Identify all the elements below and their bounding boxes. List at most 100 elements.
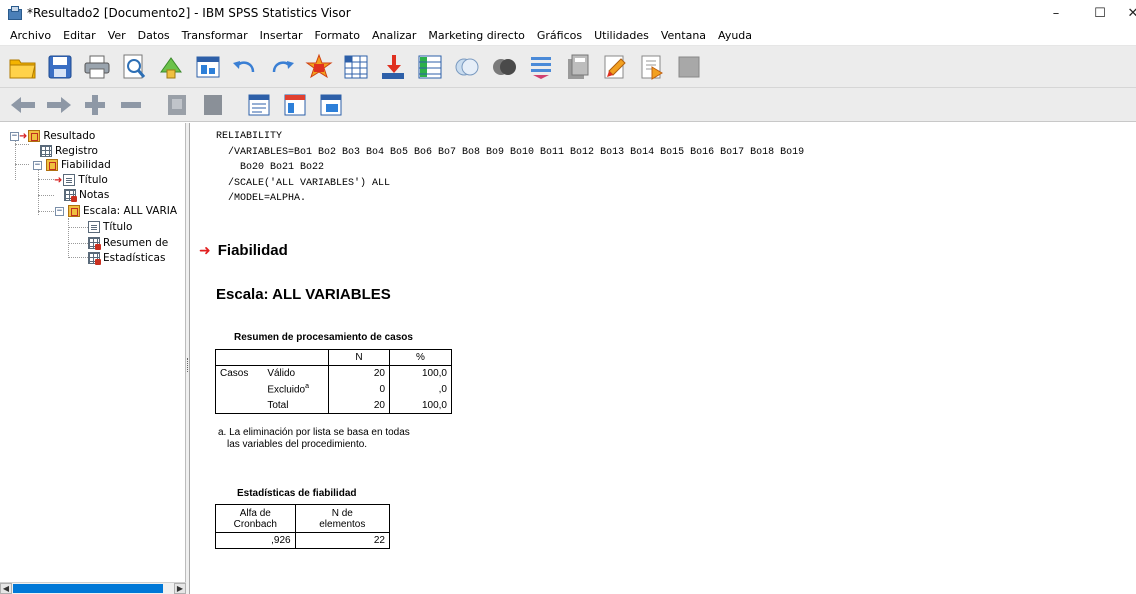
reliability-table-title: Estadísticas de fiabilidad [237, 488, 357, 499]
open-folder-icon[interactable] [6, 50, 40, 84]
menu-insertar[interactable]: Insertar [254, 29, 309, 42]
pivot-table-icon [88, 237, 101, 250]
n-items-value: 22 [294, 532, 391, 549]
close-button[interactable]: ✕ [1118, 0, 1136, 26]
promote-arrow-left-icon[interactable] [6, 91, 40, 119]
print-preview-icon[interactable] [117, 50, 151, 84]
tree-item-resultado[interactable]: − ➜ Resultado [10, 129, 95, 143]
output-book-icon [28, 130, 41, 142]
export-icon[interactable] [154, 50, 188, 84]
print-icon[interactable] [80, 50, 114, 84]
tree-item-notas[interactable]: Notas [64, 188, 109, 202]
menu-utilidades[interactable]: Utilidades [588, 29, 655, 42]
minimize-button[interactable]: – [1034, 0, 1078, 26]
goto-case-icon[interactable] [339, 50, 373, 84]
script-icon[interactable] [635, 50, 669, 84]
cell-value: ,0 [389, 381, 452, 398]
tree-item-titulo[interactable]: ➜ Título [54, 173, 108, 187]
collapse-node-icon[interactable]: − [10, 131, 19, 141]
pane-splitter[interactable] [186, 123, 190, 594]
edit-output-icon[interactable] [598, 50, 632, 84]
menu-archivo[interactable]: Archivo [4, 29, 57, 42]
collapse-node-icon[interactable]: − [33, 160, 42, 170]
goto-variable-icon[interactable] [376, 50, 410, 84]
tree-item-resumen[interactable]: Resumen de [88, 236, 168, 250]
tree-item-titulo-2[interactable]: Título [88, 220, 132, 234]
output-book-icon [46, 159, 58, 171]
current-item-arrow-icon: ➜ [54, 174, 63, 186]
hide-icon[interactable] [196, 91, 230, 119]
cell-value: 100,0 [389, 365, 452, 382]
insert-title-icon[interactable] [278, 91, 312, 119]
show-labels-icon[interactable] [450, 50, 484, 84]
menu-marketing-directo[interactable]: Marketing directo [422, 29, 531, 42]
viewer-toolbar [0, 88, 1136, 122]
output-content-pane: RELIABILITY /VARIABLES=Bo1 Bo2 Bo3 Bo4 B… [191, 123, 1136, 594]
col-header-items: N de elementos [294, 504, 391, 533]
row-label: Total [263, 397, 330, 414]
cell-value: 100,0 [389, 397, 452, 414]
expand-plus-icon[interactable] [78, 91, 112, 119]
scrollbar-thumb[interactable] [13, 584, 163, 593]
syntax-log: RELIABILITY /VARIABLES=Bo1 Bo2 Bo3 Bo4 B… [216, 131, 805, 204]
title-icon [88, 221, 100, 233]
output-navigator: − ➜ Resultado Registro − Fiabilidad ➜ Tí… [0, 123, 186, 594]
tree-item-fiabilidad[interactable]: − Fiabilidad [33, 158, 111, 172]
redo-icon[interactable] [265, 50, 299, 84]
heading-row: ➜ Fiabilidad [199, 242, 288, 259]
designate-window-icon[interactable] [561, 50, 595, 84]
current-item-arrow-icon: ➜ [199, 242, 211, 259]
menu-bar: Archivo Editar Ver Datos Transformar Ins… [0, 26, 1136, 46]
log-icon [40, 145, 52, 157]
navigator-horizontal-scrollbar[interactable]: ◀ ▶ [0, 582, 186, 594]
maximize-button[interactable]: ☐ [1078, 0, 1122, 26]
collapse-node-icon[interactable]: − [55, 206, 64, 216]
window-title: *Resultado2 [Documento2] - IBM SPSS Stat… [27, 6, 351, 20]
cell-value: 20 [328, 397, 390, 414]
menu-graficos[interactable]: Gráficos [531, 29, 588, 42]
menu-ver[interactable]: Ver [102, 29, 132, 42]
current-item-arrow-icon: ➜ [19, 130, 28, 142]
variables-icon[interactable] [413, 50, 447, 84]
demote-arrow-right-icon[interactable] [42, 91, 76, 119]
split-file-icon[interactable] [524, 50, 558, 84]
scroll-left-icon[interactable]: ◀ [0, 583, 12, 594]
goto-data-icon[interactable] [302, 50, 336, 84]
cronbach-alpha-value: ,926 [215, 532, 296, 549]
reliability-statistics-table[interactable]: Alfa de Cronbach N de elementos ,926 22 [215, 504, 391, 549]
output-book-icon [68, 205, 80, 217]
scale-heading[interactable]: Escala: ALL VARIABLES [216, 286, 391, 303]
case-processing-table[interactable]: N % Casos Válido 20 100,0 Excluidoa 0 ,0… [215, 349, 452, 414]
col-header-n: N [328, 349, 390, 366]
collapse-minus-icon[interactable] [114, 91, 148, 119]
table-footnote: a. La eliminación por lista se basa en t… [218, 427, 410, 450]
menu-analizar[interactable]: Analizar [366, 29, 422, 42]
col-header-alpha: Alfa de Cronbach [215, 504, 296, 533]
menu-transformar[interactable]: Transformar [176, 29, 254, 42]
use-sets-icon[interactable] [487, 50, 521, 84]
show-icon[interactable] [160, 91, 194, 119]
pivot-table-icon [88, 252, 101, 265]
col-header-pct: % [389, 349, 452, 366]
recall-dialog-icon[interactable] [191, 50, 225, 84]
save-icon[interactable] [43, 50, 77, 84]
scroll-right-icon[interactable]: ▶ [174, 583, 186, 594]
insert-heading-icon[interactable] [242, 91, 276, 119]
undo-icon[interactable] [228, 50, 262, 84]
insert-text-icon[interactable] [314, 91, 348, 119]
tree-item-estadisticas[interactable]: Estadísticas [88, 251, 165, 265]
spss-app-icon [8, 6, 22, 20]
menu-datos[interactable]: Datos [132, 29, 176, 42]
tree-item-registro[interactable]: Registro [40, 144, 98, 158]
row-group-label: Casos [215, 365, 264, 382]
title-bar: *Resultado2 [Documento2] - IBM SPSS Stat… [0, 0, 1136, 26]
disabled-tool-icon [672, 50, 706, 84]
menu-formato[interactable]: Formato [308, 29, 366, 42]
tree-item-escala[interactable]: − Escala: ALL VARIA [55, 204, 177, 218]
row-label: Excluidoa [263, 381, 330, 398]
procedure-heading[interactable]: Fiabilidad [218, 242, 288, 259]
menu-ayuda[interactable]: Ayuda [712, 29, 758, 42]
main-toolbar [0, 46, 1136, 88]
menu-editar[interactable]: Editar [57, 29, 102, 42]
menu-ventana[interactable]: Ventana [655, 29, 712, 42]
